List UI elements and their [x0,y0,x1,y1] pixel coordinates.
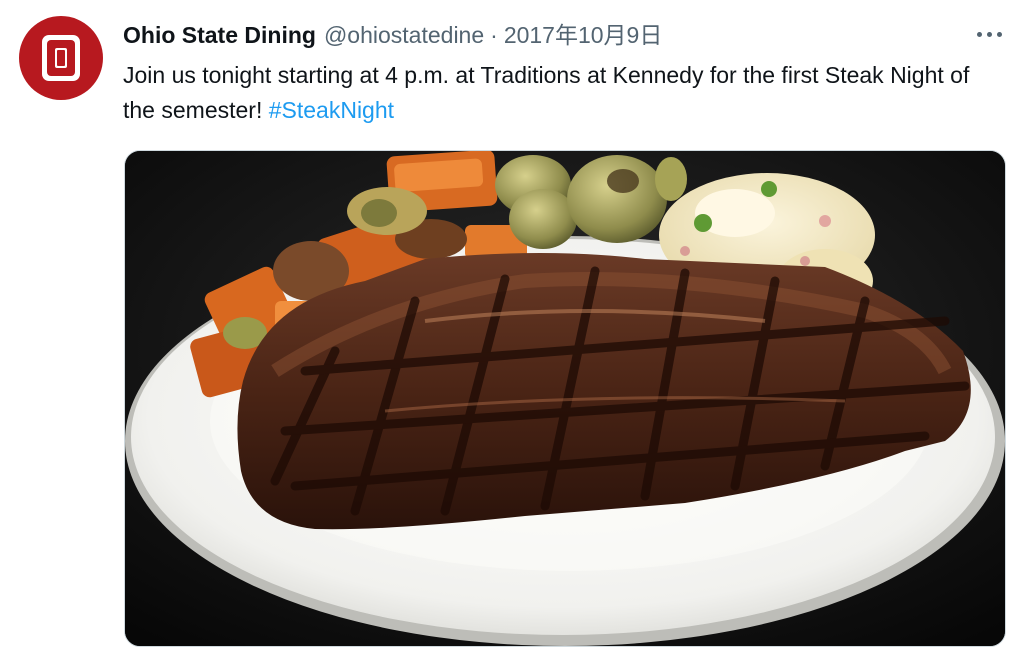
avatar[interactable] [19,16,103,100]
author-display-name[interactable]: Ohio State Dining [123,19,316,51]
tweet-text: Join us tonight starting at 4 p.m. at Tr… [123,58,983,128]
hashtag-link[interactable]: #SteakNight [269,97,394,123]
steak-dinner-photo [125,151,1005,646]
tweet-photo[interactable] [124,150,1006,647]
header-separator: · [490,22,498,48]
tweet-header: Ohio State Dining @ohiostatedine · 2017年… [123,19,662,51]
tweet: Ohio State Dining @ohiostatedine · 2017年… [0,0,1024,653]
more-options-icon[interactable] [972,22,1008,46]
tweet-timestamp[interactable]: 2017年10月9日 [504,19,663,51]
block-o-logo-icon [42,35,80,81]
author-handle[interactable]: @ohiostatedine [324,19,484,51]
tweet-body: Join us tonight starting at 4 p.m. at Tr… [123,62,970,123]
